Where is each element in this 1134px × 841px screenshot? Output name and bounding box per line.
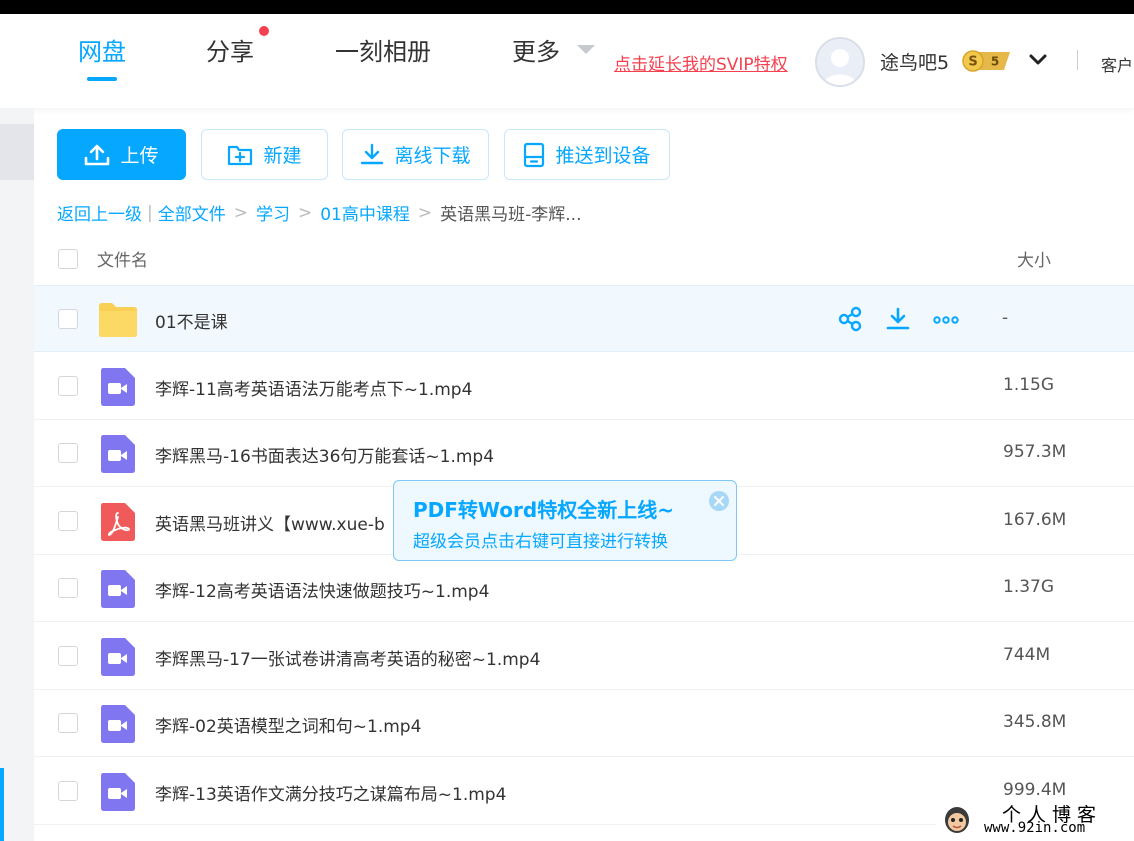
breadcrumb-study[interactable]: 学习 [256,200,290,225]
breadcrumb: 返回上一级 | 全部文件 > 学习 > 01高中课程 > 英语黑马班-李辉... [57,200,582,226]
breadcrumb-all-files[interactable]: 全部文件 [158,200,226,225]
folder-icon [99,303,137,337]
new-folder-button[interactable]: 新建 [201,129,328,180]
chevron-down-icon[interactable] [1028,52,1048,68]
file-size: 744M [1003,645,1051,665]
file-row[interactable]: 李辉-02英语模型之词和句~1.mp4 345.8M [34,690,1134,757]
breadcrumb-separator: > [417,202,433,223]
folder-plus-icon [228,145,253,165]
breadcrumb-separator: > [233,202,248,223]
nav-more[interactable]: 更多 [512,32,560,67]
sidebar-active-indicator [0,768,4,841]
blog-watermark: 个人博客 www.92in.com [936,800,1134,841]
nav-share[interactable]: 分享 [206,32,254,67]
sidebar-section [0,124,34,180]
row-checkbox[interactable] [58,578,78,598]
file-row[interactable]: 李辉黑马-17一张试卷讲清高考英语的秘密~1.mp4 744M [34,623,1134,690]
upload-icon [85,144,110,165]
more-caret-icon[interactable] [577,45,595,54]
file-row[interactable]: 李辉-12高考英语语法快速做题技巧~1.mp4 1.37G [34,555,1134,622]
file-row[interactable]: 01不是课 - [34,285,1134,352]
file-size: 345.8M [1003,712,1067,732]
row-checkbox[interactable] [58,443,78,463]
breadcrumb-high-school[interactable]: 01高中课程 [320,200,410,225]
file-name[interactable]: 01不是课 [155,308,228,333]
download-icon[interactable] [885,306,911,332]
row-checkbox[interactable] [58,309,78,329]
svip-level-badge[interactable]: S 5 [962,50,1012,72]
offline-download-button[interactable]: 离线下载 [342,129,489,180]
header-divider [1077,50,1078,70]
breadcrumb-separator: > [297,202,313,223]
row-checkbox[interactable] [58,646,78,666]
svip-level: 5 [991,55,999,69]
mascot-face-icon [945,807,969,833]
nav-netdisk[interactable]: 网盘 [78,32,126,67]
file-name[interactable]: 李辉-11高考英语语法万能考点下~1.mp4 [155,375,472,400]
upload-button[interactable]: 上传 [57,129,186,180]
file-size: 957.3M [1003,442,1067,462]
file-name[interactable]: 李辉-12高考英语语法快速做题技巧~1.mp4 [155,577,489,602]
nav-active-indicator [87,77,117,81]
more-options-icon[interactable] [933,306,959,332]
breadcrumb-bar-separator: | [147,202,153,223]
file-size: 1.15G [1003,375,1055,395]
file-name[interactable]: 英语黑马班讲义【www.xue-b [155,510,385,535]
breadcrumb-current: 英语黑马班-李辉... [440,205,582,225]
push-device-button[interactable]: 推送到设备 [504,129,670,180]
row-checkbox[interactable] [58,376,78,396]
download-icon [361,143,384,164]
file-name[interactable]: 李辉-02英语模型之词和句~1.mp4 [155,712,421,737]
share-icon[interactable] [837,306,863,332]
row-checkbox[interactable] [58,781,78,801]
select-all-checkbox[interactable] [58,249,78,269]
nav-album[interactable]: 一刻相册 [335,32,431,67]
video-file-icon [101,435,135,473]
row-checkbox[interactable] [58,511,78,531]
svip-mark: S [968,55,977,70]
device-icon [524,142,545,167]
video-file-icon [101,570,135,608]
video-file-icon [101,368,135,406]
new-folder-label: 新建 [263,145,302,167]
tooltip-title: PDF转Word特权全新上线~ [413,498,674,522]
column-filename[interactable]: 文件名 [97,246,148,271]
video-file-icon [101,705,135,743]
push-device-label: 推送到设备 [555,145,651,167]
pdf-to-word-tooltip: PDF转Word特权全新上线~ 超级会员点击右键可直接进行转换 [393,480,737,561]
upload-label: 上传 [120,145,159,167]
left-sidebar [0,108,34,841]
file-size: 999.4M [1003,780,1067,800]
share-notification-dot [259,26,269,36]
svip-renew-link[interactable]: 点击延长我的SVIP特权 [614,50,788,75]
file-name[interactable]: 李辉-13英语作文满分技巧之谋篇布局~1.mp4 [155,780,506,805]
file-name[interactable]: 李辉黑马-16书面表达36句万能套话~1.mp4 [155,442,494,467]
file-row[interactable]: 李辉黑马-16书面表达36句万能套话~1.mp4 957.3M [34,420,1134,487]
watermark-url: www.92in.com [984,820,1086,836]
file-size: - [1002,308,1009,328]
row-checkbox[interactable] [58,713,78,733]
file-list-header: 文件名 大小 [34,232,1134,284]
video-file-icon [101,638,135,676]
file-size: 1.37G [1003,577,1055,597]
video-file-icon [101,773,135,811]
close-icon[interactable] [708,490,730,512]
customer-service-link[interactable]: 客户 [1101,52,1133,76]
window-top-bar [0,0,1134,14]
user-avatar[interactable] [815,37,865,87]
breadcrumb-back[interactable]: 返回上一级 [57,200,142,225]
file-row[interactable]: 李辉-11高考英语语法万能考点下~1.mp4 1.15G [34,353,1134,420]
file-name[interactable]: 李辉黑马-17一张试卷讲清高考英语的秘密~1.mp4 [155,645,540,670]
file-size: 167.6M [1003,510,1067,530]
offline-download-label: 离线下载 [394,145,471,167]
username[interactable]: 途鸟吧5 [880,48,949,75]
tooltip-subtitle: 超级会员点击右键可直接进行转换 [413,532,668,552]
pdf-file-icon [101,503,135,541]
row-actions [837,306,959,332]
column-size[interactable]: 大小 [1017,246,1051,271]
